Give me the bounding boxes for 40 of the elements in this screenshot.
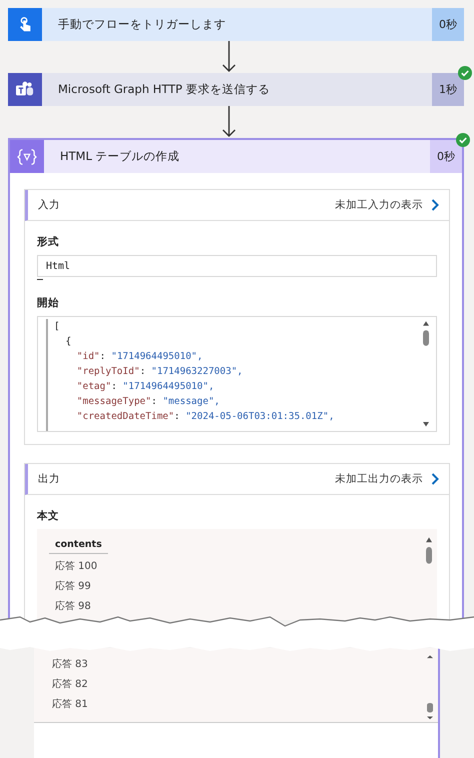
action-title: HTML テーブルの作成 (44, 140, 430, 173)
code-line: "createdDateTime": "2024-05-06T03:01:35.01Z", (76, 410, 336, 424)
field-label: 形式 (37, 235, 60, 249)
table-cell-text: 応答 82 (51, 678, 89, 692)
chevron-right-icon (431, 199, 439, 211)
code-line: [ (54, 320, 61, 334)
table-cell-text: 応答 81 (51, 698, 89, 712)
code-line: "id": "1714964495010", (76, 350, 204, 364)
down-arrow-icon (222, 41, 236, 73)
format-field[interactable]: Html (37, 255, 437, 277)
field-label: 開始 (37, 296, 60, 310)
duration-label: 1秒 (432, 73, 464, 106)
action-title: 手動でフローをトリガーします (42, 8, 432, 41)
scrollbar[interactable] (424, 654, 436, 722)
action-header[interactable]: 手動でフローをトリガーします 0秒 (8, 8, 464, 41)
hand-tap-icon (8, 8, 42, 41)
table-cell-text: 応答 83 (51, 658, 89, 672)
table-cell-text: 応答 100 (54, 560, 98, 574)
column-header: contents (49, 535, 108, 554)
duration-label: 0秒 (432, 8, 464, 41)
table-cell-text: 応答 99 (54, 580, 92, 594)
section-title: 出力 (38, 472, 60, 486)
down-arrow-icon (222, 106, 236, 138)
code-line: "messageType": "message", (76, 395, 221, 409)
action-title: Microsoft Graph HTTP 要求を送信する (42, 73, 432, 106)
field-label: 本文 (37, 509, 60, 523)
code-line: { (64, 335, 72, 349)
text-cursor (37, 279, 43, 280)
raw-view-link[interactable]: 未加工入力の表示 (335, 198, 439, 212)
raw-view-link[interactable]: 未加工出力の表示 (335, 472, 439, 486)
action-header[interactable]: HTML テーブルの作成 0秒 (10, 140, 462, 173)
team-chat-icon (8, 73, 42, 106)
code-line: "etag": "1714964495010", (76, 380, 216, 394)
code-field[interactable]: [ { "id": "1714964495010", "replyToId": "1714963227003", "etag": "1714964495010", "messageType": "message", "createdDateTime": "2024-05-06T03:01:35.01Z", (37, 316, 437, 432)
chevron-right-icon (431, 473, 439, 485)
code-line: "replyToId": "1714963227003", (76, 365, 244, 379)
duration-label: 0秒 (430, 140, 462, 173)
section-title: 入力 (38, 198, 60, 212)
table-cell-text: 応答 98 (54, 600, 92, 614)
action-header[interactable]: Microsoft Graph HTTP 要求を送信する 1秒 (8, 73, 464, 106)
